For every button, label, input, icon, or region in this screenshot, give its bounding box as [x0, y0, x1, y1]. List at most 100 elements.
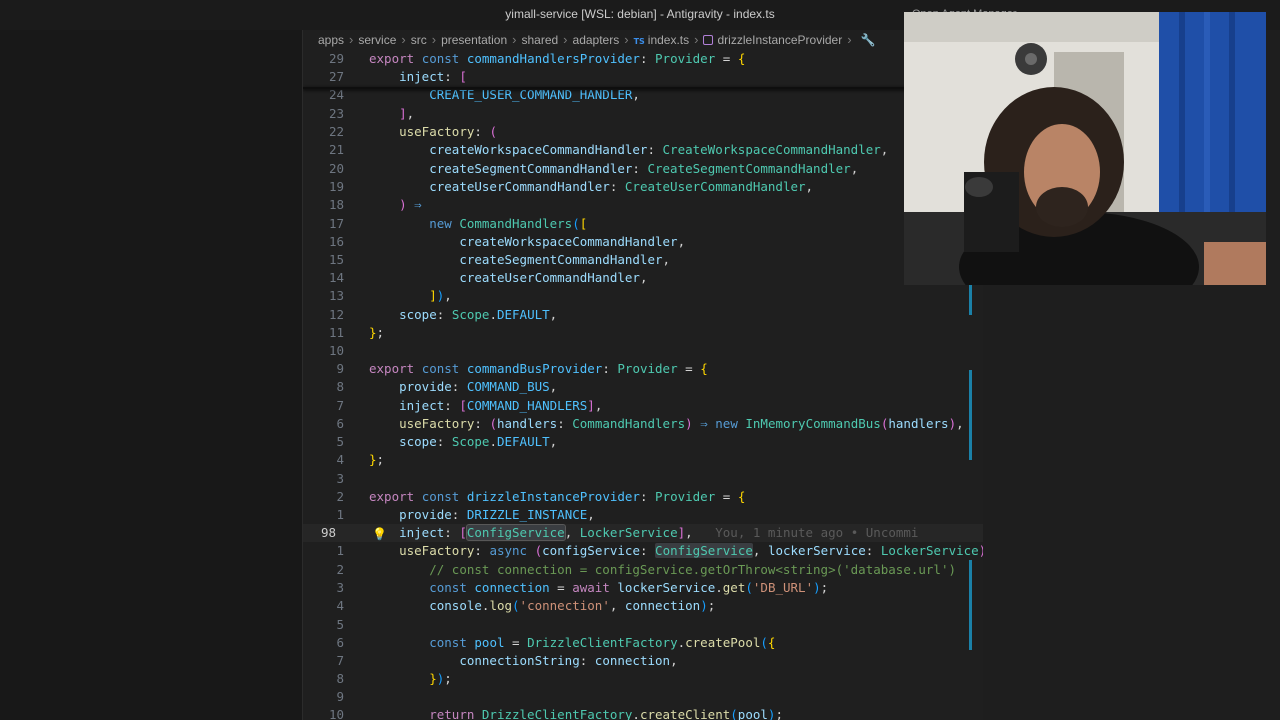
symbol-variable-icon: [703, 34, 714, 45]
code-line: 5: [303, 616, 983, 634]
breadcrumb-symbol-label: drizzleInstanceProvider: [717, 32, 843, 47]
line-number: 10: [328, 707, 344, 720]
breadcrumb-item-service[interactable]: service: [358, 33, 396, 47]
line-number: 15: [328, 252, 344, 267]
code-text: });: [429, 671, 452, 686]
line-number: 16: [328, 234, 344, 249]
line-number: 22: [328, 124, 344, 139]
code-text: ) ⇒: [399, 197, 422, 212]
breadcrumb-file-label: index.ts: [647, 32, 690, 47]
code-text: provide: COMMAND_BUS,: [399, 379, 558, 394]
line-number: 8: [336, 671, 344, 686]
breadcrumb-item-symbol[interactable]: drizzleInstanceProvider: [703, 33, 842, 47]
git-change-marker: [969, 285, 972, 315]
line-number: 4: [336, 452, 344, 467]
git-change-marker: [969, 370, 972, 460]
chevron-right-icon: ›: [431, 32, 437, 47]
breadcrumb-item-apps[interactable]: apps: [318, 33, 344, 47]
code-line: 7 connectionString: connection,: [303, 652, 983, 670]
code-line: 27 inject: [: [303, 68, 983, 86]
line-number: 10: [328, 343, 344, 358]
sticky-scroll-divider: [303, 87, 983, 89]
line-number: 2: [336, 489, 344, 504]
breadcrumb-item-src[interactable]: src: [411, 33, 427, 47]
code-text: ]),: [429, 288, 452, 303]
code-text: createWorkspaceCommandHandler,: [459, 234, 686, 249]
breadcrumb-item-adapters[interactable]: adapters: [573, 33, 620, 47]
code-line: 14 createUserCommandHandler,: [303, 269, 983, 287]
code-text: createUserCommandHandler,: [459, 270, 648, 285]
code-line: 16 createWorkspaceCommandHandler,: [303, 233, 983, 251]
code-editor[interactable]: 2 9 export const commandHandlersProvider: …: [303, 50, 983, 720]
code-text: // const connection = configService.getO…: [429, 562, 957, 577]
code-line: 2 export const drizzleInstanceProvider: P…: [303, 488, 983, 506]
breadcrumb-item-shared[interactable]: shared: [521, 33, 558, 47]
line-number: 13: [328, 288, 344, 303]
code-text: const connection = await lockerService.g…: [429, 580, 829, 595]
line-number: 14: [328, 270, 344, 285]
code-text: useFactory: async (configService: Config…: [399, 543, 983, 558]
line-number: 1: [336, 543, 344, 558]
code-text: useFactory: (: [399, 124, 497, 139]
line-number: 5: [336, 617, 344, 632]
git-blame-annotation: You, 1 minute ago • Uncommi: [715, 525, 919, 540]
code-text: createSegmentCommandHandler: CreateSegme…: [429, 161, 859, 176]
code-line: 21 createWorkspaceCommandHandler: Create…: [303, 141, 983, 159]
side-panel: [0, 30, 303, 720]
code-line: 3 const connection = await lockerService…: [303, 579, 983, 597]
wrench-icon: 🔧: [860, 32, 876, 47]
code-line: 22 useFactory: (: [303, 123, 983, 141]
line-number: 3: [336, 580, 344, 595]
line-number: 12: [328, 307, 344, 322]
line-number: 20: [328, 161, 344, 176]
chevron-right-icon: ›: [847, 32, 852, 47]
chevron-right-icon: ›: [563, 32, 568, 47]
code-line: 19 createUserCommandHandler: CreateUserC…: [303, 178, 983, 196]
chevron-right-icon: ›: [624, 32, 629, 47]
code-line: 11};: [303, 324, 983, 342]
code-text: ],: [399, 106, 415, 121]
code-text: };: [369, 452, 385, 467]
line-number: 17: [328, 216, 344, 231]
code-line: 23 ],: [303, 105, 983, 123]
code-line: 29 export const commandHandlersProvider: …: [303, 50, 983, 68]
webcam-image: [904, 12, 1266, 285]
code-text: export const drizzleInstanceProvider: Pr…: [369, 489, 746, 504]
chevron-right-icon: ›: [512, 32, 517, 47]
code-line: 7 inject: [COMMAND_HANDLERS],: [303, 397, 983, 415]
code-line: 4 console.log('connection', connection);: [303, 597, 983, 615]
line-number: 21: [328, 142, 344, 157]
code-text: createUserCommandHandler: CreateUserComm…: [429, 179, 814, 194]
code-text: inject: [COMMAND_HANDLERS],: [399, 398, 603, 413]
code-line: 8 });: [303, 670, 983, 688]
code-text: useFactory: (handlers: CommandHandlers) …: [399, 416, 964, 431]
code-line: 2 // const connection = configService.ge…: [303, 561, 983, 579]
code-text: inject: [ConfigService, LockerService], …: [399, 524, 919, 541]
breadcrumb-item-presentation[interactable]: presentation: [441, 33, 507, 47]
code-text: export const commandHandlersProvider: Pr…: [369, 51, 746, 66]
code-text: inject: [: [399, 69, 467, 84]
line-number: 27: [328, 69, 344, 84]
code-line: 18 ) ⇒: [303, 196, 983, 214]
line-number: 9: [336, 361, 344, 376]
code-line: 6 useFactory: (handlers: CommandHandlers…: [303, 415, 983, 433]
line-number: 18: [328, 197, 344, 212]
line-number: 2: [336, 562, 344, 577]
breadcrumb-item-file[interactable]: TS index.ts: [634, 33, 690, 47]
code-text: };: [369, 325, 385, 340]
code-line: 5 scope: Scope.DEFAULT,: [303, 433, 983, 451]
code-line: 9 export const commandBusProvider: Provid…: [303, 360, 983, 378]
chevron-right-icon: ›: [694, 32, 699, 47]
line-number: 7: [336, 398, 344, 413]
code-line: 12 scope: Scope.DEFAULT,: [303, 306, 983, 324]
code-text: export const commandBusProvider: Provide…: [369, 361, 708, 376]
code-text: new CommandHandlers([: [429, 216, 588, 231]
line-number: 6: [336, 635, 344, 650]
code-text: scope: Scope.DEFAULT,: [399, 434, 558, 449]
line-number: 7: [336, 653, 344, 668]
code-line: 17 new CommandHandlers([: [303, 215, 983, 233]
typescript-file-icon: TS: [633, 36, 645, 46]
code-line: 6 const pool = DrizzleClientFactory.crea…: [303, 634, 983, 652]
code-text: createWorkspaceCommandHandler: CreateWor…: [429, 142, 889, 157]
line-number: 98: [320, 525, 336, 540]
